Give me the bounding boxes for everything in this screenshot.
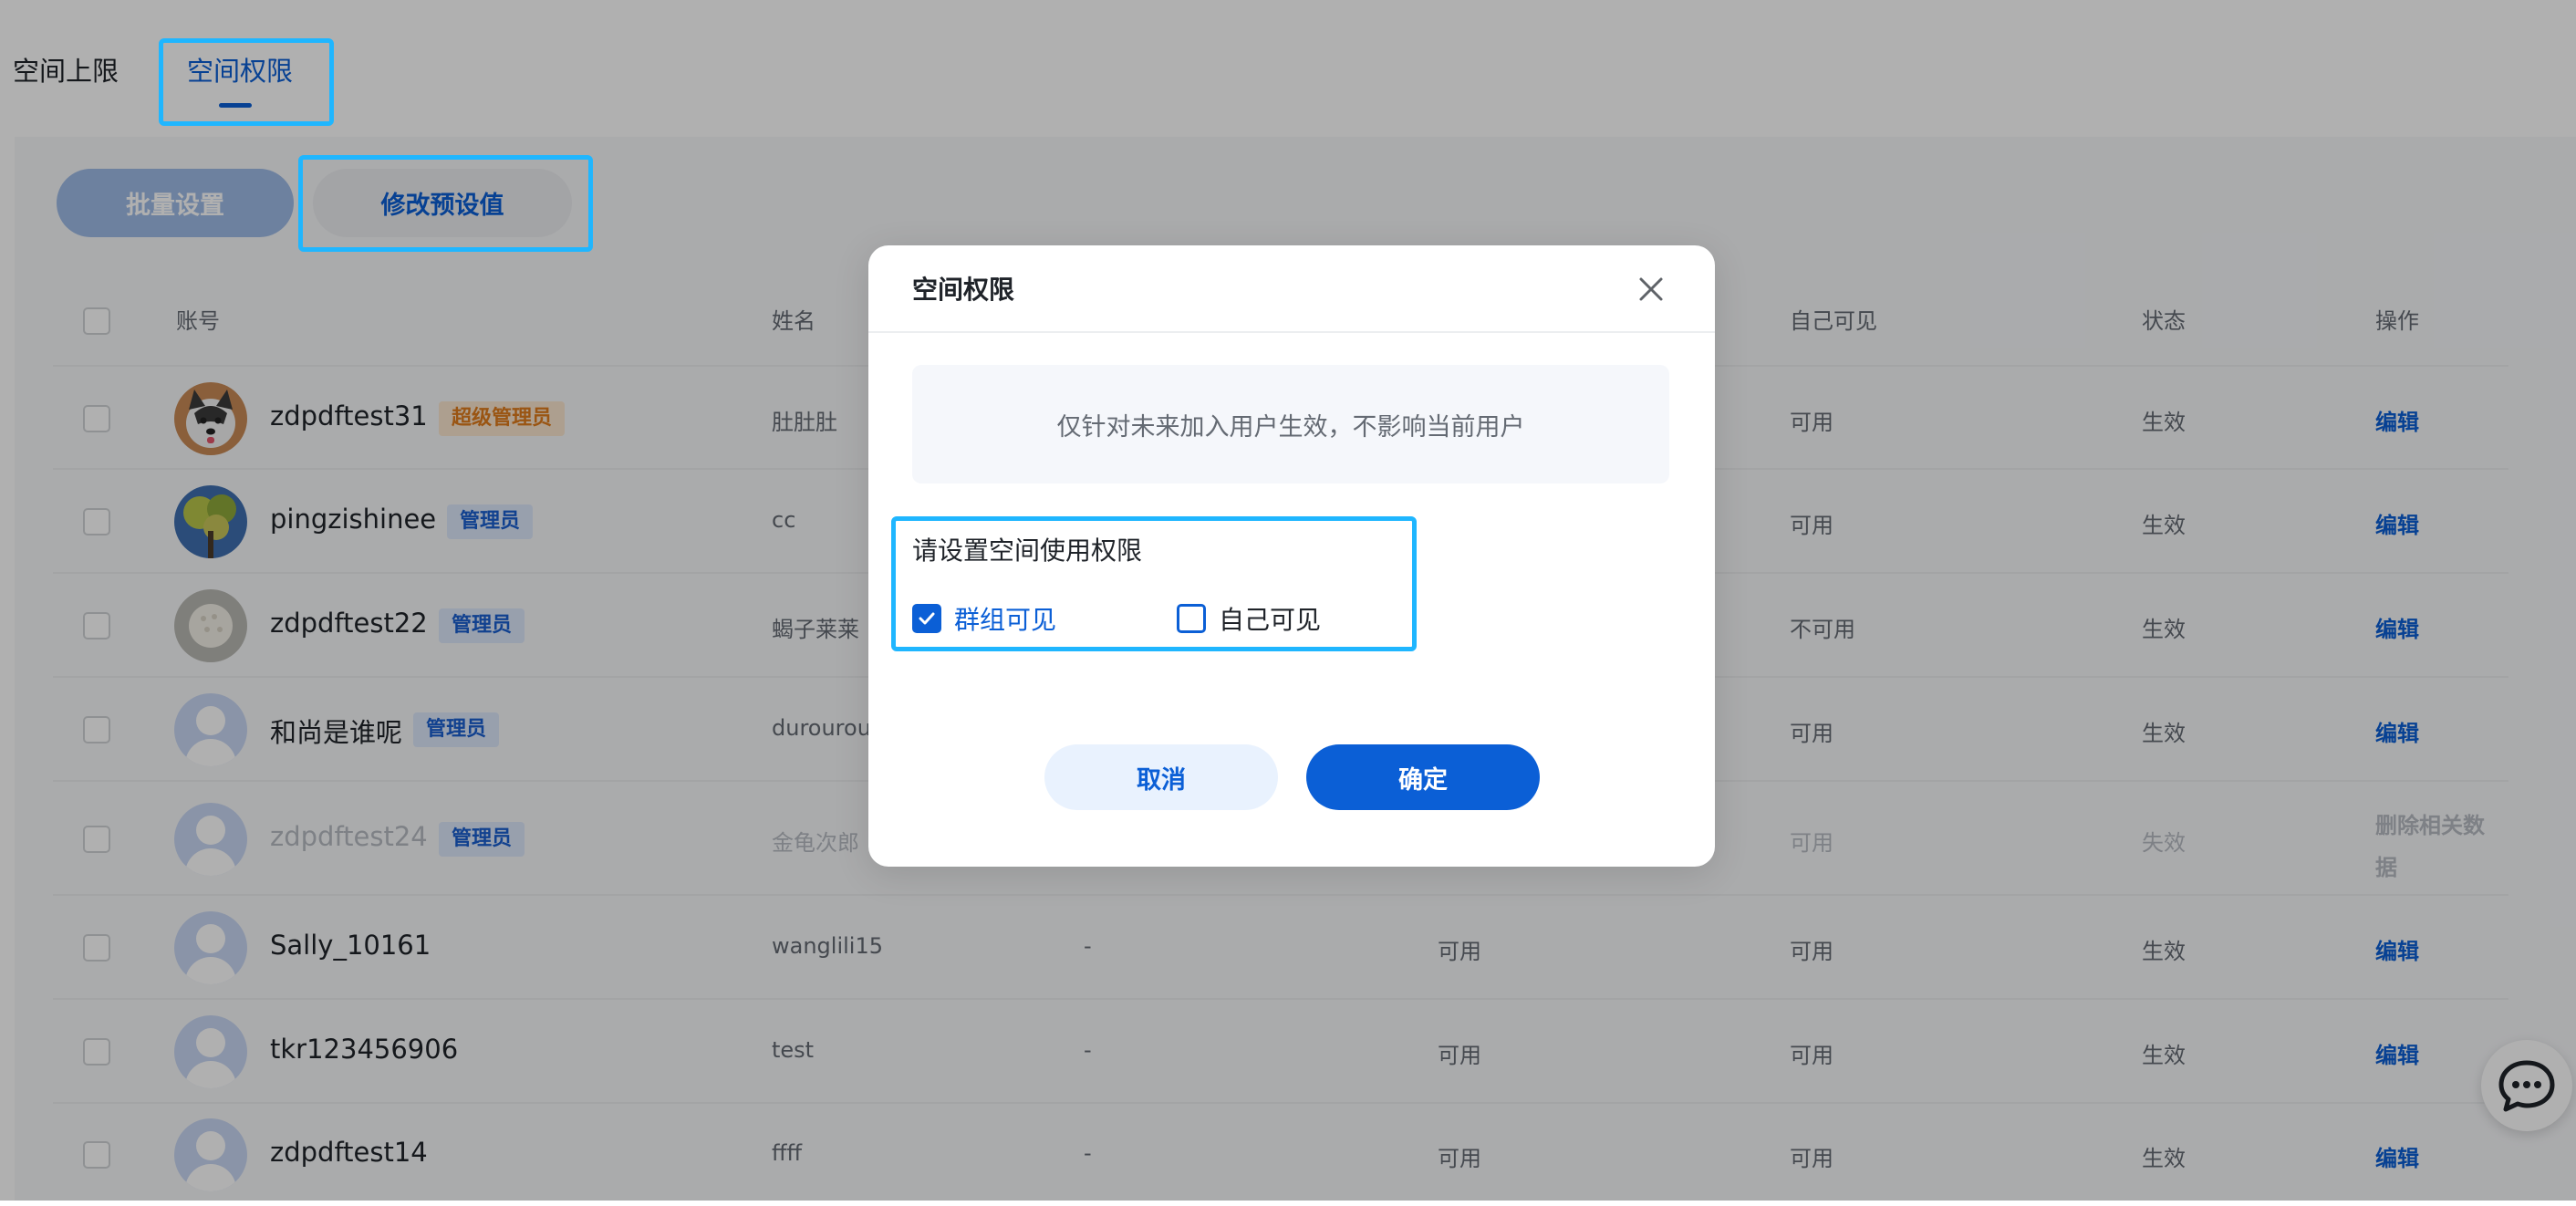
highlight-permission-options	[891, 516, 1417, 651]
page: 空间上限 空间权限 批量设置 修改预设值 账号 姓名 自己可见 状态 操作 zd…	[0, 0, 2576, 1201]
confirm-button[interactable]: 确定	[1306, 744, 1540, 810]
close-button[interactable]	[1633, 271, 1669, 307]
highlight-tab	[159, 38, 334, 126]
dialog-divider	[868, 331, 1715, 333]
notice-box: 仅针对未来加入用户生效，不影响当前用户	[912, 365, 1669, 483]
dialog-title: 空间权限	[912, 275, 1015, 305]
highlight-preset-button	[298, 155, 593, 252]
cancel-button[interactable]: 取消	[1044, 744, 1278, 810]
close-icon	[1639, 277, 1663, 301]
